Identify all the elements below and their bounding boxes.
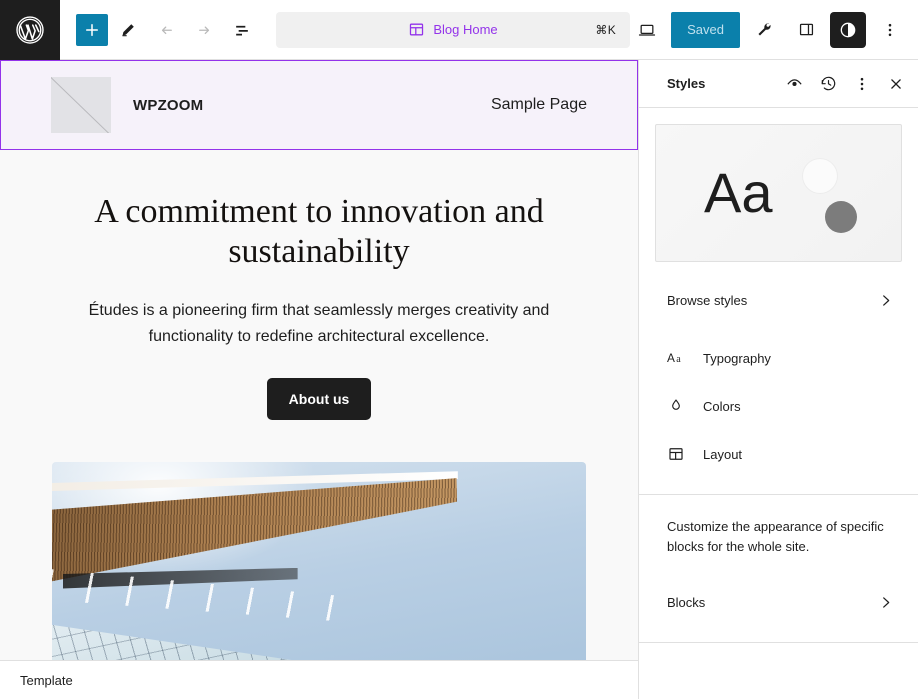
sidebar-more-options-button[interactable] bbox=[846, 68, 878, 100]
settings-sidebar-button[interactable] bbox=[788, 12, 824, 48]
list-view-button[interactable] bbox=[224, 12, 260, 48]
blocks-label: Blocks bbox=[667, 595, 877, 610]
wrench-icon bbox=[755, 20, 774, 39]
styles-sidebar: Styles bbox=[638, 60, 918, 699]
styles-item-label: Colors bbox=[703, 399, 894, 414]
document-title-bar[interactable]: Blog Home ⌘K bbox=[276, 12, 630, 48]
site-header-block[interactable]: WPZOOM Sample Page bbox=[0, 60, 638, 150]
browse-styles-row[interactable]: Browse styles bbox=[639, 276, 918, 324]
save-button[interactable]: Saved bbox=[671, 12, 740, 48]
svg-text:A: A bbox=[667, 351, 675, 365]
wordpress-icon bbox=[15, 15, 45, 45]
style-categories: A a Typography Colors bbox=[639, 334, 918, 478]
editor-toolbar: Blog Home ⌘K Saved bbox=[0, 0, 918, 60]
undo-icon bbox=[157, 20, 176, 39]
blocks-description: Customize the appearance of specific blo… bbox=[639, 495, 918, 556]
status-label: Template bbox=[20, 673, 73, 688]
template-icon bbox=[408, 21, 425, 38]
revisions-button[interactable] bbox=[812, 68, 844, 100]
chevron-right-icon bbox=[877, 594, 894, 611]
palette-dot-gray bbox=[825, 201, 857, 233]
three-dots-icon bbox=[853, 75, 871, 93]
styles-item-label: Layout bbox=[703, 447, 894, 462]
sidebar-title: Styles bbox=[667, 76, 705, 91]
close-x-icon bbox=[887, 75, 905, 93]
sidebar-header: Styles bbox=[639, 60, 918, 108]
command-shortcut: ⌘K bbox=[595, 23, 616, 37]
sidebar-header-actions bbox=[778, 68, 912, 100]
plus-icon bbox=[83, 21, 101, 39]
hero-image[interactable] bbox=[52, 462, 586, 660]
status-bar: Template bbox=[0, 660, 638, 699]
page-content: A commitment to innovation and sustainab… bbox=[0, 150, 638, 660]
sidebar-body: Aa Browse styles bbox=[639, 108, 918, 699]
color-droplet-icon bbox=[667, 397, 691, 415]
undo-button[interactable] bbox=[148, 12, 184, 48]
editor-app: Blog Home ⌘K Saved bbox=[0, 0, 918, 699]
close-sidebar-button[interactable] bbox=[880, 68, 912, 100]
style-preview-card[interactable]: Aa bbox=[655, 124, 902, 262]
toolbar-right-group: Saved bbox=[629, 12, 918, 48]
browse-styles-label: Browse styles bbox=[667, 293, 877, 308]
styles-contrast-icon bbox=[838, 20, 858, 40]
site-title[interactable]: WPZOOM bbox=[133, 97, 203, 114]
hero-button-row: About us bbox=[50, 378, 588, 420]
toolbar-left-group bbox=[60, 12, 260, 48]
sidebar-panel-icon bbox=[797, 20, 816, 39]
wordpress-logo-button[interactable] bbox=[0, 0, 60, 60]
svg-text:a: a bbox=[676, 354, 681, 365]
site-logo-placeholder[interactable] bbox=[51, 77, 111, 133]
palette-dot-light bbox=[803, 159, 837, 193]
edit-tool-button[interactable] bbox=[110, 12, 146, 48]
style-preview-sample-text: Aa bbox=[704, 165, 773, 221]
style-book-button[interactable] bbox=[778, 68, 810, 100]
chevron-right-icon bbox=[877, 292, 894, 309]
styles-item-layout[interactable]: Layout bbox=[639, 430, 918, 478]
typography-aa-icon: A a bbox=[667, 349, 691, 367]
redo-icon bbox=[195, 20, 214, 39]
editor-body: WPZOOM Sample Page A commitment to innov… bbox=[0, 60, 918, 699]
editor-canvas-area: WPZOOM Sample Page A commitment to innov… bbox=[0, 60, 638, 699]
pencil-icon bbox=[119, 20, 138, 39]
settings-tools-button[interactable] bbox=[746, 12, 782, 48]
options-menu-button[interactable] bbox=[872, 12, 908, 48]
eye-icon bbox=[785, 74, 804, 93]
three-dots-icon bbox=[881, 21, 899, 39]
about-us-button[interactable]: About us bbox=[267, 378, 372, 420]
layout-grid-icon bbox=[667, 445, 691, 463]
editor-canvas[interactable]: WPZOOM Sample Page A commitment to innov… bbox=[0, 60, 638, 660]
styles-item-colors[interactable]: Colors bbox=[639, 382, 918, 430]
device-preview-button[interactable] bbox=[629, 12, 665, 48]
hero-paragraph[interactable]: Études is a pioneering firm that seamles… bbox=[52, 298, 587, 350]
sidebar-divider-bottom bbox=[639, 642, 918, 643]
clock-history-icon bbox=[819, 74, 838, 93]
redo-button[interactable] bbox=[186, 12, 222, 48]
nav-item-sample-page[interactable]: Sample Page bbox=[491, 96, 587, 114]
document-overview-icon bbox=[232, 20, 252, 40]
document-title: Blog Home bbox=[433, 22, 497, 37]
styles-item-label: Typography bbox=[703, 351, 894, 366]
styles-toggle-button[interactable] bbox=[830, 12, 866, 48]
add-block-button[interactable] bbox=[76, 14, 108, 46]
styles-item-typography[interactable]: A a Typography bbox=[639, 334, 918, 382]
hero-heading[interactable]: A commitment to innovation and sustainab… bbox=[59, 192, 579, 272]
device-preview-icon bbox=[637, 20, 657, 40]
document-label: Blog Home bbox=[408, 21, 497, 38]
blocks-row[interactable]: Blocks bbox=[639, 578, 918, 626]
